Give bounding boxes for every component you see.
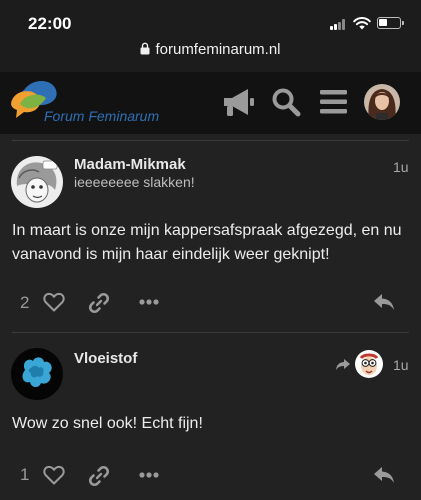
post-divider	[12, 332, 409, 333]
like-count[interactable]: 1	[20, 465, 29, 485]
battery-icon	[377, 17, 404, 29]
link-icon[interactable]	[88, 292, 110, 314]
top-separator	[12, 140, 409, 141]
wifi-icon	[353, 17, 371, 30]
link-icon[interactable]	[88, 465, 110, 487]
more-options-icon[interactable]	[139, 472, 159, 478]
lock-icon	[140, 42, 150, 55]
reply-to-user-avatar[interactable]	[355, 350, 383, 378]
post-username[interactable]: Vloeistof	[74, 350, 137, 367]
reply-to-arrow-icon[interactable]	[335, 358, 351, 372]
heart-icon[interactable]	[43, 465, 65, 485]
post-body: In maart is onze mijn kappersafspraak af…	[12, 222, 402, 263]
site-header	[0, 72, 421, 134]
reply-icon[interactable]	[372, 292, 396, 312]
search-icon[interactable]	[271, 87, 301, 117]
like-count[interactable]: 2	[20, 293, 29, 313]
url-text: forumfeminarum.nl	[155, 41, 281, 58]
hamburger-menu-icon[interactable]	[320, 89, 347, 115]
post-body: Wow zo snel ook! Echt fijn!	[12, 415, 203, 432]
post-username[interactable]: Madam-Mikmak	[74, 156, 186, 173]
address-bar[interactable]: forumfeminarum.nl	[0, 41, 421, 58]
status-time: 22:00	[28, 14, 72, 33]
more-options-icon[interactable]	[139, 299, 159, 305]
status-bar: 22:00 forumfeminarum.nl	[0, 0, 421, 72]
post-age[interactable]: 1u	[393, 159, 409, 175]
post-age[interactable]: 1u	[393, 357, 409, 373]
heart-icon[interactable]	[43, 292, 65, 312]
current-user-avatar[interactable]	[364, 84, 400, 120]
post-author-avatar[interactable]	[11, 348, 63, 400]
reply-icon[interactable]	[372, 465, 396, 485]
announcement-megaphone-icon[interactable]	[222, 87, 256, 119]
post-user-title: ieeeeeeee slakken!	[74, 174, 195, 190]
post-author-avatar[interactable]	[11, 156, 63, 208]
cellular-signal-icon	[330, 19, 347, 30]
logo-text: Forum Feminarum	[44, 108, 160, 124]
